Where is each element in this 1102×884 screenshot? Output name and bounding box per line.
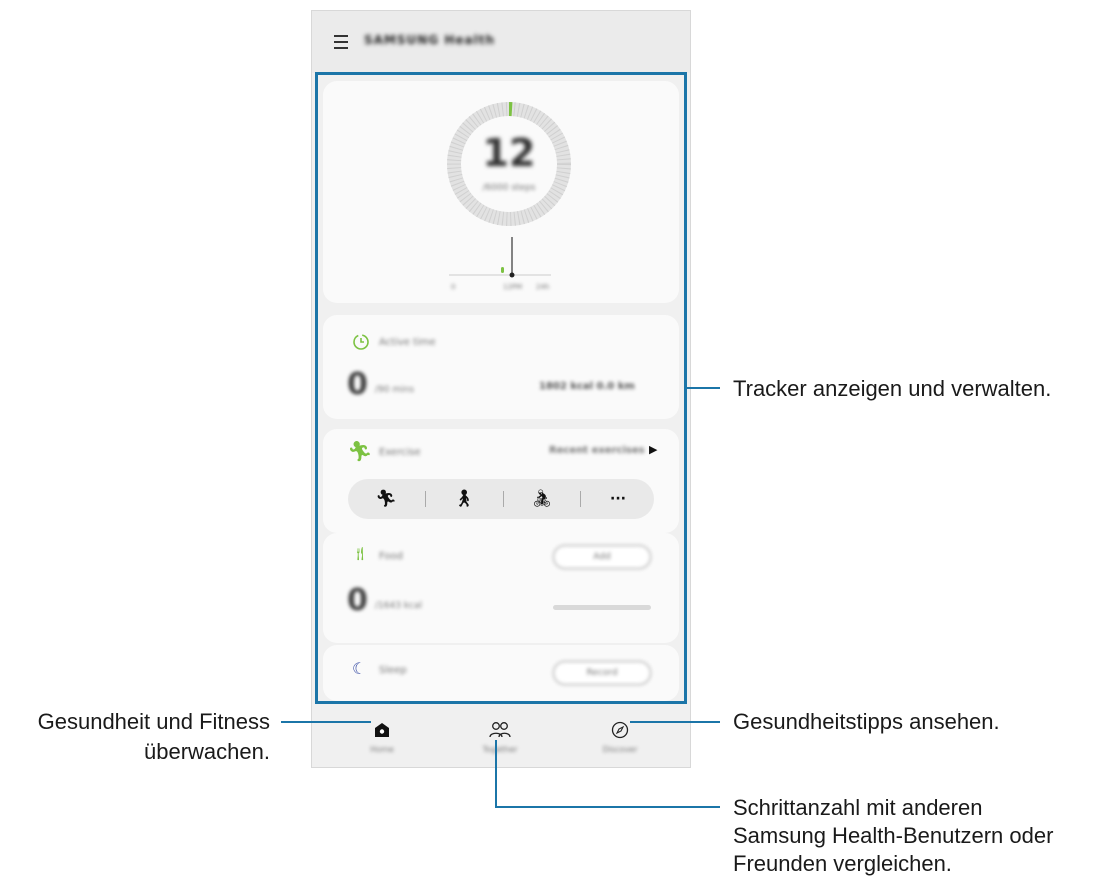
steps-ring: 12 /6000 steps [446, 101, 572, 227]
active-time-value: 0 [347, 367, 368, 402]
bicycle-icon: 🚴︎ [531, 489, 553, 509]
exercise-card[interactable]: 🏃︎ Exercise Recent exercises ▶ 🏃︎ 🚶︎ 🚴︎ … [323, 429, 679, 533]
exercise-run-button[interactable]: 🏃︎ [348, 479, 424, 519]
menu-icon[interactable] [334, 35, 348, 49]
active-time-stats: 1802 kcal 0.0 km [539, 381, 635, 392]
walk-icon: 🚶︎ [453, 489, 475, 509]
app-title: SAMSUNG Health [364, 33, 495, 47]
food-label: Food [379, 551, 403, 562]
steps-card[interactable]: 12 /6000 steps 0 12PM 24h [323, 81, 679, 303]
tracker-callout-line [687, 387, 720, 389]
fitness-callout-line [281, 721, 371, 723]
compare-callout-line-v [495, 740, 497, 808]
tips-annotation: Gesundheitstipps ansehen. [733, 709, 1000, 734]
more-icon: ··· [610, 491, 626, 507]
nav-home-label: Home [370, 745, 394, 754]
nav-discover-label: Discover [602, 745, 638, 754]
exercise-walk-button[interactable]: 🚶︎ [426, 479, 502, 519]
tracker-annotation: Tracker anzeigen und verwalten. [733, 376, 1052, 401]
exercise-more-button[interactable]: ··· [580, 479, 656, 519]
fitness-annotation-line1: Gesundheit und Fitness [37, 709, 270, 734]
sleep-label: Sleep [379, 665, 407, 676]
fitness-annotation-line2: überwachen. [144, 739, 270, 764]
steps-hourly-chart [449, 237, 551, 278]
sleep-record-button[interactable]: Record [553, 661, 651, 685]
compare-annotation-line2: Samsung Health-Benutzern oder [733, 823, 1054, 848]
chart-tick-mid: 12PM [503, 283, 523, 291]
exercise-cycle-button[interactable]: 🚴︎ [504, 479, 580, 519]
chart-tick-start: 0 [451, 283, 456, 291]
sleep-card[interactable]: ☾ Sleep Record [323, 645, 679, 701]
active-time-unit: /90 mins [375, 385, 415, 395]
moon-icon: ☾ [352, 659, 367, 678]
nav-together[interactable]: Together [470, 715, 530, 767]
food-progress-bar [553, 605, 651, 610]
chart-tick-end: 24h [536, 283, 550, 291]
nav-together-label: Together [482, 745, 518, 754]
active-time-label: Active time [379, 337, 436, 348]
tips-callout-line [630, 721, 720, 723]
app-bar: SAMSUNG Health [312, 11, 690, 73]
compare-annotation-line3: Freunden vergleichen. [733, 851, 952, 876]
compass-icon [611, 721, 629, 739]
people-icon [489, 722, 511, 738]
exercise-label: Exercise [379, 447, 421, 458]
play-arrow-icon[interactable]: ▶ [649, 443, 657, 456]
phone-screen: SAMSUNG Health 12 /6000 steps 0 12PM 24h [311, 10, 691, 768]
compare-callout-line-h [495, 806, 720, 808]
run-icon: 🏃︎ [375, 489, 397, 509]
steps-target: /6000 steps [482, 183, 536, 193]
home-icon [375, 723, 389, 737]
food-unit: /1643 kcal [375, 601, 422, 611]
cutlery-icon: 🍴︎ [352, 547, 369, 562]
food-value: 0 [347, 583, 368, 618]
compare-annotation-line1: Schrittanzahl mit anderen [733, 795, 983, 820]
exercise-shortcuts: 🏃︎ 🚶︎ 🚴︎ ··· [348, 479, 654, 519]
active-time-card[interactable]: Active time 0 /90 mins 1802 kcal 0.0 km [323, 315, 679, 419]
recent-exercises-link[interactable]: Recent exercises [549, 445, 645, 456]
timer-icon [353, 334, 369, 350]
food-card[interactable]: 🍴︎ Food Add 0 /1643 kcal [323, 533, 679, 643]
steps-count: 12 [482, 131, 536, 175]
running-icon: 🏃︎ [347, 439, 373, 463]
food-add-button[interactable]: Add [553, 545, 651, 569]
